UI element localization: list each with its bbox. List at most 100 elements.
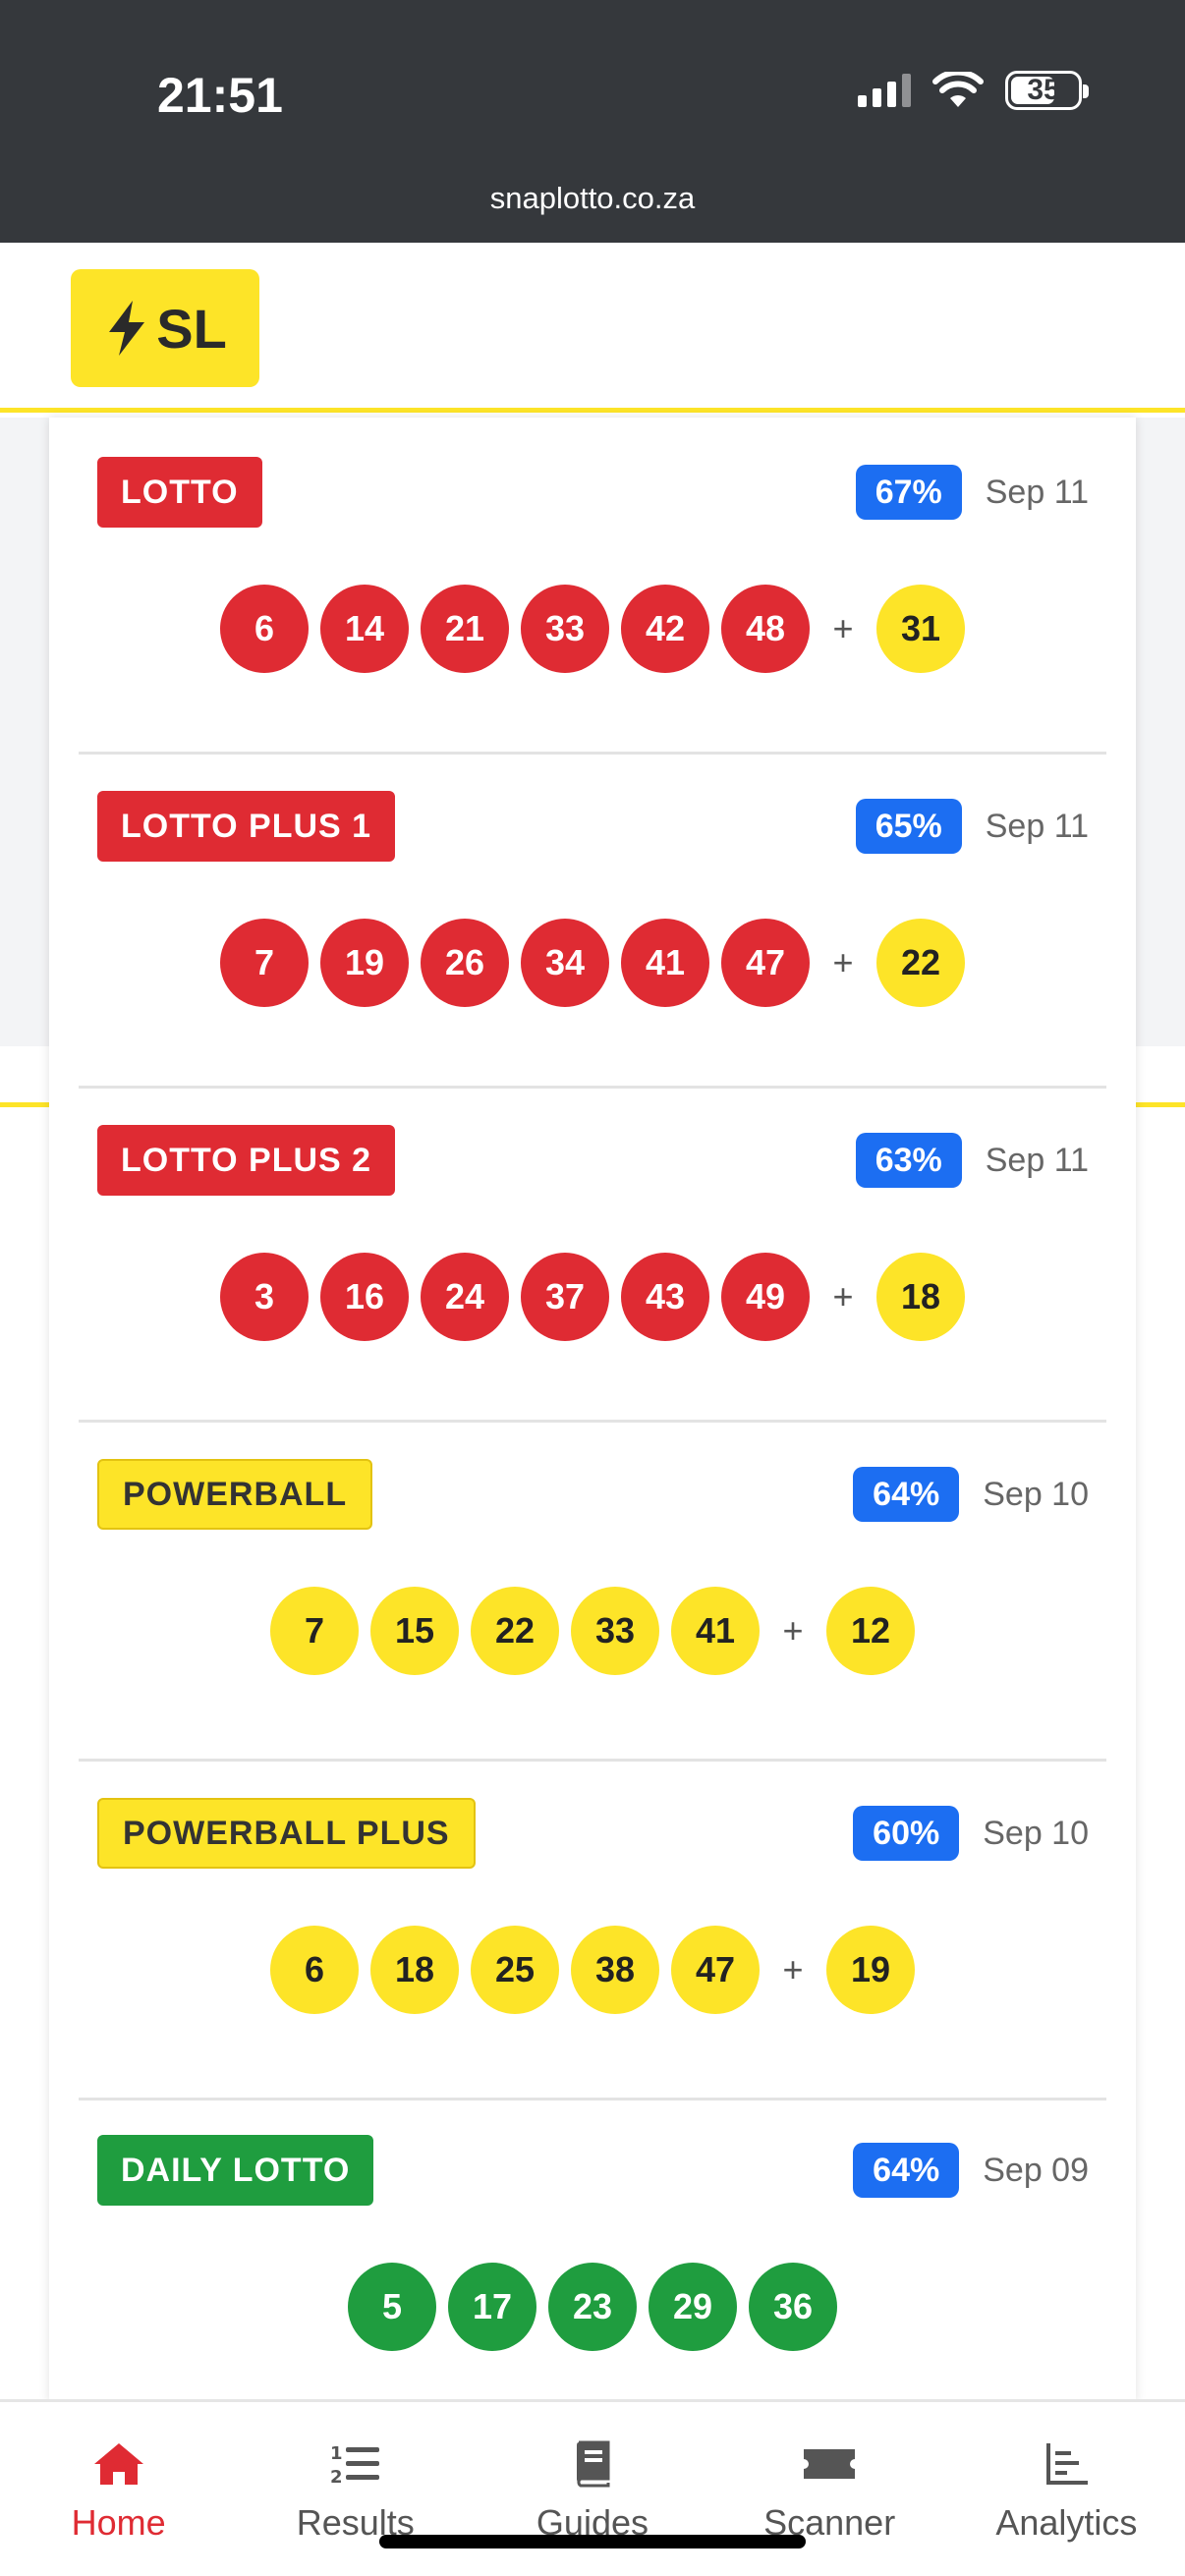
status-icons: 35 <box>858 71 1089 110</box>
lightning-icon <box>109 301 145 356</box>
draw-date: Sep 11 <box>985 1141 1089 1179</box>
number-ball: 34 <box>521 919 609 1007</box>
number-ball: 38 <box>571 1926 659 2014</box>
number-ball: 25 <box>471 1926 559 2014</box>
plus-separator: + <box>832 942 854 982</box>
game-name-badge: POWERBALL <box>97 1459 373 1530</box>
number-ball: 37 <box>521 1253 609 1341</box>
bonus-ball: 22 <box>876 919 965 1007</box>
draw-date: Sep 11 <box>985 807 1089 845</box>
list-numbered-icon: 1 2 <box>330 2443 379 2488</box>
number-ball: 43 <box>621 1253 709 1341</box>
number-ball: 42 <box>621 585 709 673</box>
logo-text: SL <box>156 297 227 360</box>
results-card: LOTTO 67% Sep 11 6 14 21 33 42 48 +31 LOTTO PLUS 1… <box>49 418 1136 2402</box>
svg-text:2: 2 <box>330 2467 343 2488</box>
number-balls: 6 14 21 33 42 48 +31 <box>79 585 1106 673</box>
game-name-badge: POWERBALL PLUS <box>97 1798 476 1869</box>
draw-date: Sep 10 <box>983 1814 1089 1852</box>
draw-meta: 65% Sep 11 <box>855 799 1089 854</box>
app-logo[interactable]: SL <box>71 269 259 387</box>
url-bar[interactable]: snaplotto.co.za <box>0 181 1185 216</box>
row-divider <box>79 2098 1106 2100</box>
number-ball: 15 <box>370 1587 459 1675</box>
draw-meta: 60% Sep 10 <box>853 1806 1089 1861</box>
battery-level: 35 <box>1027 74 1060 106</box>
number-ball: 41 <box>671 1587 760 1675</box>
wifi-icon <box>932 72 984 107</box>
number-ball: 7 <box>270 1587 359 1675</box>
number-ball: 49 <box>721 1253 810 1341</box>
plus-separator: + <box>782 1610 804 1651</box>
percent-badge: 60% <box>853 1806 960 1861</box>
number-balls: 3 16 24 37 43 49 +18 <box>79 1253 1106 1341</box>
bottom-nav: Home 1 2 Results Guides Scanner Analytic… <box>0 2399 1185 2576</box>
number-ball: 24 <box>421 1253 509 1341</box>
number-ball: 6 <box>220 585 309 673</box>
nav-results[interactable]: 1 2 Results <box>237 2402 474 2576</box>
number-balls: 7 15 22 33 41 +12 <box>79 1587 1106 1675</box>
browser-chrome: 21:51 35 snaplotto.co.za <box>0 0 1185 243</box>
draw-date: Sep 10 <box>983 1475 1089 1513</box>
chart-icon <box>1046 2443 1089 2485</box>
battery-icon: 35 <box>1005 71 1089 110</box>
ticket-icon <box>804 2449 856 2479</box>
number-ball: 18 <box>370 1926 459 2014</box>
number-ball: 7 <box>220 919 309 1007</box>
percent-badge: 67% <box>855 465 962 520</box>
number-ball: 19 <box>320 919 409 1007</box>
number-ball: 33 <box>521 585 609 673</box>
number-ball: 16 <box>320 1253 409 1341</box>
draw-meta: 63% Sep 11 <box>855 1133 1089 1188</box>
number-ball: 36 <box>749 2263 837 2351</box>
game-name-badge: LOTTO PLUS 2 <box>97 1125 396 1196</box>
draw-date: Sep 11 <box>985 473 1089 511</box>
number-ball: 23 <box>548 2263 637 2351</box>
home-indicator <box>379 2535 806 2548</box>
plus-separator: + <box>832 608 854 648</box>
row-divider <box>79 1759 1106 1762</box>
percent-badge: 63% <box>855 1133 962 1188</box>
game-name-badge: LOTTO PLUS 1 <box>97 791 396 862</box>
number-ball: 17 <box>448 2263 536 2351</box>
bonus-ball: 31 <box>876 585 965 673</box>
number-ball: 22 <box>471 1587 559 1675</box>
bonus-ball: 12 <box>826 1587 915 1675</box>
number-ball: 6 <box>270 1926 359 2014</box>
bonus-ball: 18 <box>876 1253 965 1341</box>
nav-scanner[interactable]: Scanner <box>711 2402 948 2576</box>
svg-text:1: 1 <box>330 2443 343 2464</box>
draw-meta: 64% Sep 10 <box>853 1467 1089 1522</box>
number-ball: 29 <box>649 2263 737 2351</box>
percent-badge: 65% <box>855 799 962 854</box>
number-ball: 14 <box>320 585 409 673</box>
row-divider <box>79 1086 1106 1089</box>
game-name-badge: LOTTO <box>97 457 262 528</box>
book-icon <box>576 2440 610 2488</box>
number-ball: 41 <box>621 919 709 1007</box>
number-ball: 26 <box>421 919 509 1007</box>
number-ball: 47 <box>671 1926 760 2014</box>
nav-home[interactable]: Home <box>0 2402 237 2576</box>
nav-analytics[interactable]: Analytics <box>948 2402 1185 2576</box>
plus-separator: + <box>832 1276 854 1316</box>
row-divider <box>79 1420 1106 1423</box>
percent-badge: 64% <box>853 2143 960 2198</box>
number-ball: 21 <box>421 585 509 673</box>
home-icon <box>93 2443 143 2485</box>
draw-meta: 67% Sep 11 <box>855 465 1089 520</box>
number-ball: 47 <box>721 919 810 1007</box>
number-balls: 6 18 25 38 47 +19 <box>79 1926 1106 2014</box>
draw-meta: 64% Sep 09 <box>853 2143 1089 2198</box>
nav-guides[interactable]: Guides <box>474 2402 710 2576</box>
app-header: SL <box>0 243 1185 413</box>
row-divider <box>79 752 1106 755</box>
number-ball: 5 <box>348 2263 436 2351</box>
status-time: 21:51 <box>157 68 283 123</box>
plus-separator: + <box>782 1949 804 1989</box>
game-name-badge: DAILY LOTTO <box>97 2135 374 2206</box>
draw-date: Sep 09 <box>983 2151 1089 2189</box>
number-ball: 3 <box>220 1253 309 1341</box>
cellular-signal-icon <box>858 74 911 107</box>
number-ball: 48 <box>721 585 810 673</box>
